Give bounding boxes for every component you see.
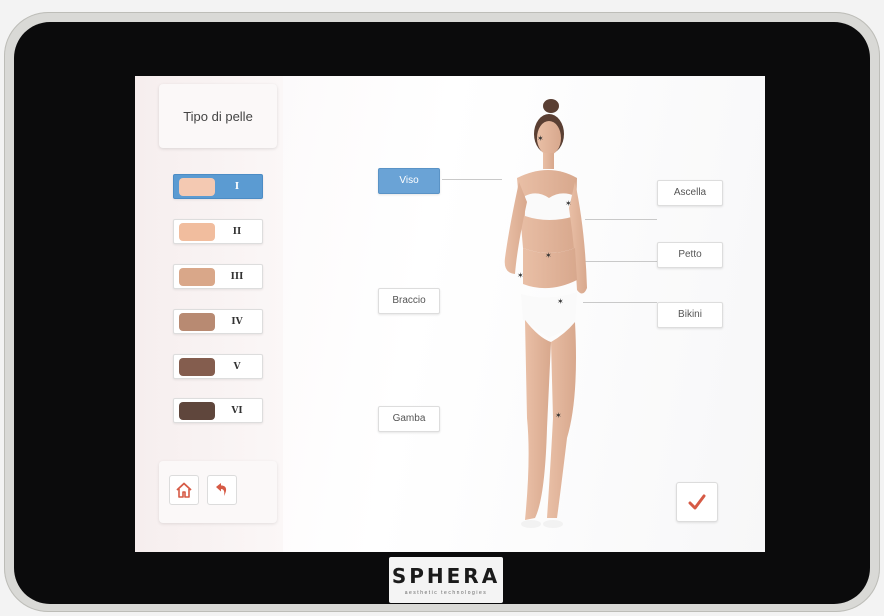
- skin-type-label: III: [230, 272, 244, 282]
- undo-arrow-icon: [216, 483, 227, 496]
- skin-type-label: I: [234, 182, 240, 192]
- skin-type-label: VI: [231, 406, 243, 416]
- svg-text:✶: ✶: [555, 411, 562, 420]
- skin-type-6-button[interactable]: VI: [173, 398, 263, 423]
- skin-type-label: V: [233, 362, 241, 372]
- checkmark-icon: [688, 494, 706, 510]
- skin-type-label: IV: [231, 317, 243, 327]
- skin-type-1-button[interactable]: I: [173, 174, 263, 199]
- skin-swatch: [179, 178, 215, 196]
- home-icon: [176, 482, 192, 498]
- skin-type-4-button[interactable]: IV: [173, 309, 263, 334]
- brand-logo: SPHERA aesthetic technologies: [389, 557, 503, 603]
- navigation-card: [159, 461, 277, 523]
- back-button[interactable]: [207, 475, 237, 505]
- area-chest-button[interactable]: Petto: [657, 242, 723, 268]
- skin-swatch: [179, 268, 215, 286]
- skin-type-3-button[interactable]: III: [173, 264, 263, 289]
- skin-swatch: [179, 358, 215, 376]
- touch-screen: Tipo di pelle I II III IV V VI ✶ ✶ ✶ ✶ ✶…: [135, 76, 765, 552]
- logo-tagline: aesthetic technologies: [404, 589, 488, 596]
- area-armpit-button[interactable]: Ascella: [657, 180, 723, 206]
- skin-type-label: II: [232, 227, 242, 237]
- logo-text: SPHERA: [391, 563, 501, 588]
- area-leg-button[interactable]: Gamba: [378, 406, 440, 432]
- svg-text:✶: ✶: [517, 271, 524, 280]
- svg-text:✶: ✶: [537, 134, 544, 143]
- area-bikini-button[interactable]: Bikini: [657, 302, 723, 328]
- svg-text:✶: ✶: [557, 297, 564, 306]
- svg-text:✶: ✶: [565, 199, 572, 208]
- home-button[interactable]: [169, 475, 199, 505]
- skin-swatch: [179, 313, 215, 331]
- skin-type-2-button[interactable]: II: [173, 219, 263, 244]
- skin-swatch: [179, 402, 215, 420]
- area-arm-button[interactable]: Braccio: [378, 288, 440, 314]
- model-figure-image: ✶ ✶ ✶ ✶ ✶ ✶: [504, 99, 587, 528]
- skin-type-title: Tipo di pelle: [159, 84, 277, 148]
- area-face-button[interactable]: Viso: [378, 168, 440, 194]
- skin-type-5-button[interactable]: V: [173, 354, 263, 379]
- skin-swatch: [179, 223, 215, 241]
- svg-text:✶: ✶: [545, 251, 552, 260]
- skin-type-panel: Tipo di pelle I II III IV V VI: [135, 76, 283, 552]
- confirm-button[interactable]: [676, 482, 718, 522]
